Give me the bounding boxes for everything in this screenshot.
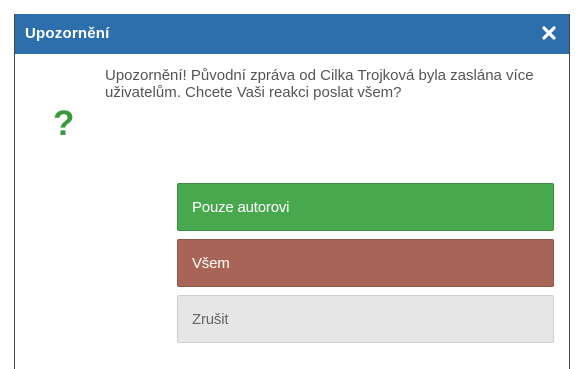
dialog-title: Upozornění — [25, 25, 110, 42]
reply-author-only-button[interactable]: Pouze autorovi — [177, 183, 554, 231]
close-icon[interactable] — [538, 22, 560, 44]
question-icon: ? — [53, 104, 75, 143]
warning-dialog: Upozornění ? Upozornění! Původní zpráva … — [14, 14, 570, 369]
reply-all-button[interactable]: Všem — [177, 239, 554, 287]
cancel-button[interactable]: Zrušit — [177, 295, 554, 343]
dialog-message: Upozornění! Původní zpráva od Cilka Troj… — [105, 67, 534, 101]
dialog-titlebar: Upozornění — [15, 14, 569, 54]
